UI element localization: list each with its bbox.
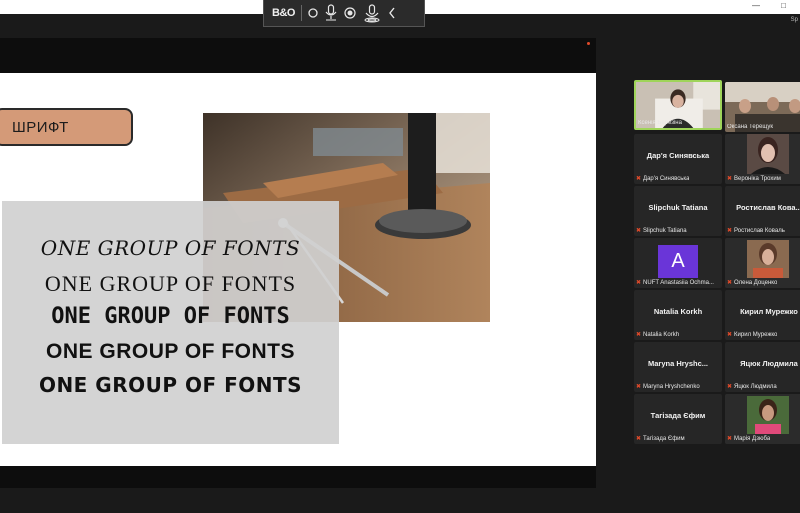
font-sample-5: ONE GROUP OF FONTS [38, 373, 303, 397]
participant-label: Ксенія Березіна [638, 120, 682, 126]
participant-tile[interactable]: Ксенія Березіна [634, 80, 722, 130]
participant-label: ✖ Slipchuk Tatiana [636, 227, 687, 235]
participant-tile[interactable]: Оксана Терещук [725, 82, 800, 132]
participant-tile[interactable]: Яцюк Людмила ✖ Яцюк Людмила [725, 342, 800, 392]
mic-off-icon: ✖ [727, 176, 733, 182]
participant-tile[interactable]: Slipchuk Tatiana ✖ Slipchuk Tatiana [634, 186, 722, 236]
mic-off-icon: ✖ [636, 176, 642, 182]
participant-name: Дар'я Синявська [646, 151, 710, 160]
participant-label: ✖ Ростислав Коваль [727, 227, 785, 235]
mic-off-icon: ✖ [727, 332, 733, 338]
microphone-broadcast-icon[interactable] [362, 3, 382, 23]
participant-label: ✖ Кирил Мурежко [727, 331, 778, 339]
mic-off-icon: ✖ [727, 228, 733, 234]
participant-tile[interactable]: Дар'я Синявська ✖ Дар'я Синявська [634, 134, 722, 184]
participant-label: ✖ Вероніка Трохим [727, 175, 781, 183]
share-bottom-bar [0, 466, 596, 488]
participant-tile[interactable]: Maryna Hryshc... ✖ Maryna Hryshchenko [634, 342, 722, 392]
participant-tile[interactable]: ✖ Олена Доценко [725, 238, 800, 288]
mic-off-icon: ✖ [636, 332, 642, 338]
record-icon[interactable] [344, 7, 356, 19]
participant-tile[interactable]: Ростислав Кова... ✖ Ростислав Коваль [725, 186, 800, 236]
app-logo[interactable]: B&O [272, 7, 295, 19]
share-screen-bar [0, 38, 596, 73]
maximize-button[interactable]: □ [781, 1, 786, 10]
font-samples-box: ONE GROUP OF FONTS ONE GROUP OF FONTS ON… [2, 201, 339, 444]
participant-gallery: Ксенія Березіна Оксана Терещук Дар'я Син… [600, 80, 800, 450]
top-right-label: Sp [790, 17, 798, 23]
mic-off-icon: ✖ [636, 436, 642, 442]
participant-tile[interactable]: ✖ Вероніка Трохим [725, 134, 800, 184]
participant-tile[interactable]: A ✖ NUFT Anastasiia Ochma... [634, 238, 722, 288]
participant-name: Maryna Hryshc... [647, 359, 709, 368]
microphone-icon[interactable] [324, 4, 338, 22]
font-sample-3: ONE GROUP OF FONTS [51, 304, 290, 329]
slide-title-badge: ШРИФТ [0, 108, 133, 146]
participant-label: ✖ Марія Дзюба [727, 435, 771, 443]
participant-label: ✖ Maryna Hryshchenko [636, 383, 700, 391]
participant-tile[interactable]: Natalia Korkh ✖ Natalia Korkh [634, 290, 722, 340]
participant-avatar: A [658, 245, 698, 278]
participant-label: ✖ Яцюк Людмила [727, 383, 777, 391]
participant-name: Slipchuk Tatiana [648, 203, 708, 212]
participant-label: ✖ Тагізада Єфим [636, 435, 685, 443]
chevron-left-icon[interactable] [388, 7, 396, 19]
participant-label: ✖ Олена Доценко [727, 279, 778, 287]
participant-label: ✖ NUFT Anastasiia Ochma... [636, 279, 714, 287]
participant-tile[interactable]: Тагізада Єфим ✖ Тагізада Єфим [634, 394, 722, 444]
divider [300, 5, 302, 21]
mic-off-icon: ✖ [727, 436, 733, 442]
zoom-window: — □ Sp B&O ШРИФТ ONE GROUP OF FONTS ONE … [0, 0, 800, 513]
mic-off-icon: ✖ [727, 280, 733, 286]
participant-name: Тагізада Єфим [650, 411, 706, 420]
participant-tile[interactable]: Кирил Мурежко ✖ Кирил Мурежко [725, 290, 800, 340]
font-sample-4: ONE GROUP OF FONTS [46, 340, 295, 363]
shared-slide: ШРИФТ ONE GROUP OF FONTS ONE GROUP OF FO… [0, 73, 596, 466]
participant-label: ✖ Дар'я Синявська [636, 175, 690, 183]
participant-tile[interactable]: ✖ Марія Дзюба [725, 394, 800, 444]
participant-name: Natalia Korkh [653, 307, 703, 316]
participant-label: Оксана Терещук [727, 124, 773, 130]
font-sample-1: ONE GROUP OF FONTS [40, 236, 301, 260]
mic-off-icon: ✖ [636, 280, 642, 286]
mic-off-icon: ✖ [636, 384, 642, 390]
recording-dot [587, 42, 590, 45]
font-sample-2: ONE GROUP OF FONTS [44, 271, 297, 296]
minimize-button[interactable]: — [752, 1, 760, 10]
circle-icon[interactable] [308, 8, 318, 18]
participant-name: Ростислав Кова... [736, 203, 800, 212]
participant-label: ✖ Natalia Korkh [636, 331, 680, 339]
mic-off-icon: ✖ [727, 384, 733, 390]
participant-name: Яцюк Людмила [740, 359, 798, 368]
mic-off-icon: ✖ [636, 228, 642, 234]
participant-name: Кирил Мурежко [740, 307, 798, 316]
floating-toolbar: B&O [263, 0, 425, 27]
